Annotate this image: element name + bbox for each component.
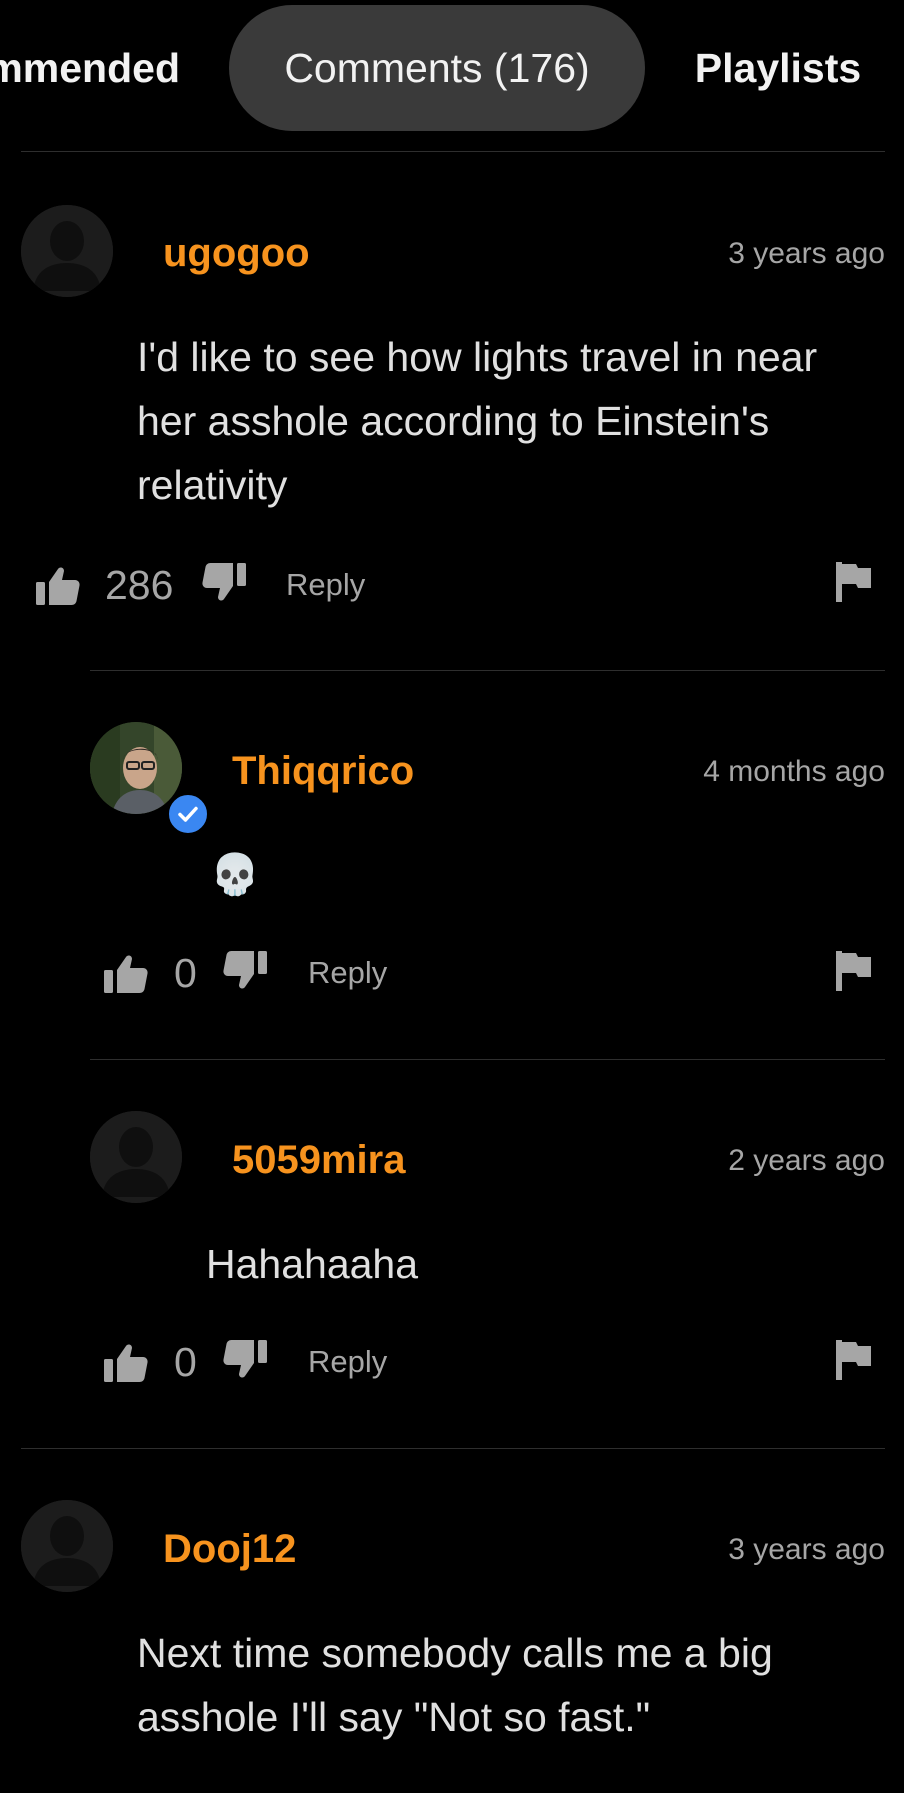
comment-username[interactable]: 5059mira xyxy=(232,1138,405,1183)
tab-playlists[interactable]: Playlists xyxy=(668,5,888,131)
divider xyxy=(21,1448,885,1449)
comment-username[interactable]: Dooj12 xyxy=(163,1527,296,1572)
comment-timestamp: 2 years ago xyxy=(728,1144,885,1177)
flag-icon[interactable] xyxy=(836,1340,872,1385)
flag-icon[interactable] xyxy=(836,562,872,607)
reply-button[interactable]: Reply xyxy=(308,1332,387,1392)
thumbs-up-icon[interactable] xyxy=(36,565,80,610)
comment-timestamp: 4 months ago xyxy=(703,755,885,788)
comment-text: Next time somebody calls me a big asshol… xyxy=(137,1630,773,1740)
reply-button[interactable]: Reply xyxy=(286,555,365,615)
thumbs-up-icon[interactable] xyxy=(104,953,148,998)
comment-text: Hahahaaha xyxy=(206,1241,419,1287)
thumbs-up-icon[interactable] xyxy=(104,1342,148,1387)
avatar[interactable] xyxy=(21,1500,113,1592)
comment-timestamp: 3 years ago xyxy=(728,1533,885,1566)
default-avatar-icon xyxy=(90,1111,182,1203)
flag-icon[interactable] xyxy=(836,951,872,996)
checkmark-icon xyxy=(178,806,198,822)
comment-timestamp: 3 years ago xyxy=(728,237,885,270)
comment-username[interactable]: Thiqqrico xyxy=(232,749,414,794)
tab-comments[interactable]: Comments (176) xyxy=(229,5,645,131)
like-count: 0 xyxy=(174,950,197,996)
comment-username[interactable]: ugogoo xyxy=(163,231,310,276)
like-count: 286 xyxy=(105,562,174,608)
thumbs-down-icon[interactable] xyxy=(223,951,267,996)
avatar[interactable] xyxy=(21,205,113,297)
default-avatar-icon xyxy=(21,1500,113,1592)
reply-button[interactable]: Reply xyxy=(308,943,387,1003)
thumbs-down-icon[interactable] xyxy=(223,1340,267,1385)
tab-bar: mmended Comments (176) Playlists xyxy=(0,0,904,140)
divider xyxy=(90,1059,885,1060)
thumbs-down-icon[interactable] xyxy=(202,563,246,608)
tabs-divider xyxy=(21,151,885,152)
verified-badge xyxy=(166,792,210,836)
default-avatar-icon xyxy=(21,205,113,297)
tab-recommended[interactable]: mmended xyxy=(0,5,180,131)
like-count: 0 xyxy=(174,1339,197,1385)
avatar[interactable] xyxy=(90,1111,182,1203)
divider xyxy=(90,670,885,671)
skull-emoji: 💀 xyxy=(210,853,260,897)
comment-text: I'd like to see how lights travel in nea… xyxy=(137,334,818,508)
